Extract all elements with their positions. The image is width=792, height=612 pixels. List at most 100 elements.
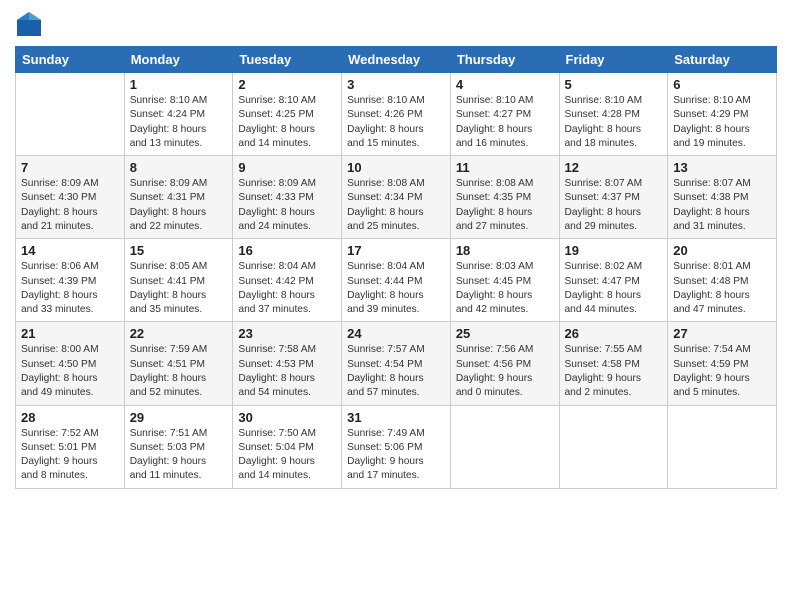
day-number: 31 [347, 410, 445, 425]
day-number: 8 [130, 160, 228, 175]
weekday-header-saturday: Saturday [668, 47, 777, 73]
day-info: Sunrise: 8:10 AM Sunset: 4:25 PM Dayligh… [238, 94, 336, 151]
day-info: Sunrise: 7:50 AM Sunset: 5:04 PM Dayligh… [238, 427, 336, 484]
day-info: Sunrise: 8:04 AM Sunset: 4:42 PM Dayligh… [238, 260, 336, 317]
day-cell: 20 Sunrise: 8:01 AM Sunset: 4:48 PM Dayli… [668, 239, 777, 322]
day-number: 3 [347, 77, 445, 92]
day-number: 6 [673, 77, 771, 92]
day-number: 24 [347, 326, 445, 341]
day-info: Sunrise: 7:49 AM Sunset: 5:06 PM Dayligh… [347, 427, 445, 484]
day-cell: 23Sunrise: 7:58 AM Sunset: 4:53 PM Dayli… [233, 322, 342, 405]
day-info: Sunrise: 7:58 AM Sunset: 4:53 PM Dayligh… [238, 343, 336, 400]
day-number: 25 [456, 326, 554, 341]
weekday-header-row: SundayMondayTuesdayWednesdayThursdayFrid… [16, 47, 777, 73]
day-info: Sunrise: 8:02 AM Sunset: 4:47 PM Dayligh… [565, 260, 663, 317]
day-cell: 11 Sunrise: 8:08 AM Sunset: 4:35 PM Dayli… [450, 156, 559, 239]
day-info: Sunrise: 8:10 AM Sunset: 4:24 PM Dayligh… [130, 94, 228, 151]
day-info: Sunrise: 8:08 AM Sunset: 4:35 PM Dayligh… [456, 177, 554, 234]
weekday-header-friday: Friday [559, 47, 668, 73]
day-cell [450, 405, 559, 488]
day-number: 19 [565, 243, 663, 258]
day-number: 28 [21, 410, 119, 425]
day-cell: 26Sunrise: 7:55 AM Sunset: 4:58 PM Dayli… [559, 322, 668, 405]
day-number: 11 [456, 160, 554, 175]
day-number: 5 [565, 77, 663, 92]
day-info: Sunrise: 8:01 AM Sunset: 4:48 PM Dayligh… [673, 260, 771, 317]
day-info: Sunrise: 8:08 AM Sunset: 4:34 PM Dayligh… [347, 177, 445, 234]
day-cell: 6 Sunrise: 8:10 AM Sunset: 4:29 PM Daylig… [668, 73, 777, 156]
day-info: Sunrise: 7:52 AM Sunset: 5:01 PM Dayligh… [21, 427, 119, 484]
day-number: 9 [238, 160, 336, 175]
day-cell: 13Sunrise: 8:07 AM Sunset: 4:38 PM Dayli… [668, 156, 777, 239]
weekday-header-sunday: Sunday [16, 47, 125, 73]
day-number: 30 [238, 410, 336, 425]
week-row-4: 21 Sunrise: 8:00 AM Sunset: 4:50 PM Dayli… [16, 322, 777, 405]
day-number: 15 [130, 243, 228, 258]
day-number: 22 [130, 326, 228, 341]
day-cell: 8 Sunrise: 8:09 AM Sunset: 4:31 PM Daylig… [124, 156, 233, 239]
day-info: Sunrise: 8:10 AM Sunset: 4:26 PM Dayligh… [347, 94, 445, 151]
day-cell: 15 Sunrise: 8:05 AM Sunset: 4:41 PM Dayli… [124, 239, 233, 322]
day-info: Sunrise: 8:07 AM Sunset: 4:37 PM Dayligh… [565, 177, 663, 234]
day-number: 10 [347, 160, 445, 175]
day-info: Sunrise: 8:09 AM Sunset: 4:33 PM Dayligh… [238, 177, 336, 234]
day-cell: 27 Sunrise: 7:54 AM Sunset: 4:59 PM Dayli… [668, 322, 777, 405]
day-number: 27 [673, 326, 771, 341]
day-cell: 17 Sunrise: 8:04 AM Sunset: 4:44 PM Dayli… [342, 239, 451, 322]
day-info: Sunrise: 7:51 AM Sunset: 5:03 PM Dayligh… [130, 427, 228, 484]
day-cell: 2 Sunrise: 8:10 AM Sunset: 4:25 PM Daylig… [233, 73, 342, 156]
day-info: Sunrise: 8:03 AM Sunset: 4:45 PM Dayligh… [456, 260, 554, 317]
day-cell: 12Sunrise: 8:07 AM Sunset: 4:37 PM Dayli… [559, 156, 668, 239]
day-cell: 31 Sunrise: 7:49 AM Sunset: 5:06 PM Dayli… [342, 405, 451, 488]
day-number: 2 [238, 77, 336, 92]
header [15, 10, 777, 38]
day-info: Sunrise: 8:10 AM Sunset: 4:28 PM Dayligh… [565, 94, 663, 151]
week-row-5: 28 Sunrise: 7:52 AM Sunset: 5:01 PM Dayli… [16, 405, 777, 488]
day-cell: 18 Sunrise: 8:03 AM Sunset: 4:45 PM Dayli… [450, 239, 559, 322]
week-row-1: 1 Sunrise: 8:10 AM Sunset: 4:24 PM Daylig… [16, 73, 777, 156]
week-row-3: 14Sunrise: 8:06 AM Sunset: 4:39 PM Dayli… [16, 239, 777, 322]
week-row-2: 7Sunrise: 8:09 AM Sunset: 4:30 PM Daylig… [16, 156, 777, 239]
day-cell: 24 Sunrise: 7:57 AM Sunset: 4:54 PM Dayli… [342, 322, 451, 405]
day-cell: 21 Sunrise: 8:00 AM Sunset: 4:50 PM Dayli… [16, 322, 125, 405]
day-cell: 3 Sunrise: 8:10 AM Sunset: 4:26 PM Daylig… [342, 73, 451, 156]
weekday-header-thursday: Thursday [450, 47, 559, 73]
day-number: 20 [673, 243, 771, 258]
day-info: Sunrise: 8:10 AM Sunset: 4:27 PM Dayligh… [456, 94, 554, 151]
day-cell: 9 Sunrise: 8:09 AM Sunset: 4:33 PM Daylig… [233, 156, 342, 239]
day-info: Sunrise: 8:10 AM Sunset: 4:29 PM Dayligh… [673, 94, 771, 151]
day-cell: 29Sunrise: 7:51 AM Sunset: 5:03 PM Dayli… [124, 405, 233, 488]
day-number: 7 [21, 160, 119, 175]
day-cell: 10 Sunrise: 8:08 AM Sunset: 4:34 PM Dayli… [342, 156, 451, 239]
day-info: Sunrise: 7:54 AM Sunset: 4:59 PM Dayligh… [673, 343, 771, 400]
day-number: 18 [456, 243, 554, 258]
day-info: Sunrise: 8:09 AM Sunset: 4:31 PM Dayligh… [130, 177, 228, 234]
day-number: 14 [21, 243, 119, 258]
day-number: 21 [21, 326, 119, 341]
day-number: 4 [456, 77, 554, 92]
day-cell: 30 Sunrise: 7:50 AM Sunset: 5:04 PM Dayli… [233, 405, 342, 488]
day-number: 16 [238, 243, 336, 258]
day-info: Sunrise: 8:00 AM Sunset: 4:50 PM Dayligh… [21, 343, 119, 400]
day-cell: 5 Sunrise: 8:10 AM Sunset: 4:28 PM Daylig… [559, 73, 668, 156]
day-info: Sunrise: 7:56 AM Sunset: 4:56 PM Dayligh… [456, 343, 554, 400]
day-number: 13 [673, 160, 771, 175]
day-info: Sunrise: 8:05 AM Sunset: 4:41 PM Dayligh… [130, 260, 228, 317]
day-cell: 4 Sunrise: 8:10 AM Sunset: 4:27 PM Daylig… [450, 73, 559, 156]
calendar: SundayMondayTuesdayWednesdayThursdayFrid… [15, 46, 777, 489]
day-cell: 14Sunrise: 8:06 AM Sunset: 4:39 PM Dayli… [16, 239, 125, 322]
day-cell [559, 405, 668, 488]
day-cell: 25 Sunrise: 7:56 AM Sunset: 4:56 PM Dayli… [450, 322, 559, 405]
day-cell: 19 Sunrise: 8:02 AM Sunset: 4:47 PM Dayli… [559, 239, 668, 322]
day-info: Sunrise: 7:57 AM Sunset: 4:54 PM Dayligh… [347, 343, 445, 400]
day-number: 1 [130, 77, 228, 92]
weekday-header-tuesday: Tuesday [233, 47, 342, 73]
page: SundayMondayTuesdayWednesdayThursdayFrid… [0, 0, 792, 612]
day-info: Sunrise: 8:04 AM Sunset: 4:44 PM Dayligh… [347, 260, 445, 317]
day-info: Sunrise: 7:59 AM Sunset: 4:51 PM Dayligh… [130, 343, 228, 400]
weekday-header-monday: Monday [124, 47, 233, 73]
day-cell: 1 Sunrise: 8:10 AM Sunset: 4:24 PM Daylig… [124, 73, 233, 156]
day-cell [668, 405, 777, 488]
logo [15, 10, 47, 38]
day-number: 17 [347, 243, 445, 258]
